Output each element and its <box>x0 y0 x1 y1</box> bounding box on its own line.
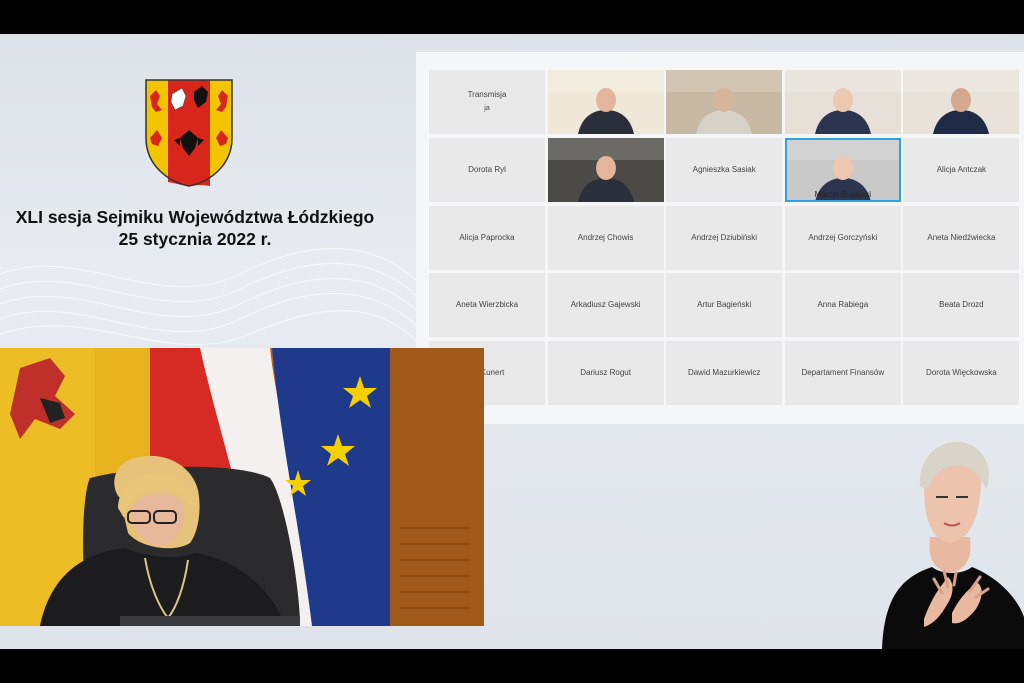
participant-name: Dariusz Rogut <box>548 341 664 405</box>
participant-name: Alicja Antczak <box>903 138 1019 202</box>
participant-name: Alicja Paprocka <box>429 206 545 270</box>
participant-tile[interactable] <box>547 137 664 202</box>
video-stage: XLI sesja Sejmiku Województwa Łódzkiego … <box>0 34 1024 649</box>
council-chair-video <box>0 348 484 626</box>
participant-name: Marcin Bugajski <box>785 190 901 200</box>
participant-name-label: Alicja Antczak <box>936 164 987 174</box>
participant-name-label: Dawid Mazurkiewicz <box>687 368 761 378</box>
participant-name: Dawid Mazurkiewicz <box>666 341 782 405</box>
participant-tile[interactable]: Agnieszka Sasiak <box>666 137 783 202</box>
participant-name: Aneta Wierzbicka <box>429 273 545 337</box>
participant-tile[interactable]: Artur Bagieński <box>666 273 783 338</box>
participant-name-label: Arkadiusz Gajewski <box>570 300 641 310</box>
participant-name-label: Anna Rabiega <box>817 300 869 310</box>
participant-tile[interactable]: Alicja Paprocka <box>429 205 545 270</box>
participant-tile[interactable]: Departament Finansów <box>784 341 901 406</box>
participant-name: Departament Finansów <box>785 341 901 405</box>
participant-name-label: Andrzej Chowis <box>577 232 634 242</box>
participant-name-label: Beata Drozd <box>939 300 984 310</box>
participant-tile[interactable]: Dorota Ryl <box>429 137 545 202</box>
participant-tile[interactable]: Aneta Niedźwiecka <box>903 205 1020 270</box>
participant-name: Artur Bagieński <box>666 273 782 337</box>
participant-name <box>548 122 664 132</box>
participant-name: Andrzej Dziubiński <box>666 206 782 270</box>
participant-tile[interactable]: Transmisja ja <box>429 70 545 134</box>
participant-name: Anna Rabiega <box>785 273 901 337</box>
participant-tile[interactable]: Dariusz Rogut <box>547 341 664 406</box>
participant-name-label: Agnieszka Sasiak <box>692 164 756 174</box>
participant-name-label: Andrzej Gorczyński <box>808 232 878 242</box>
participant-tile[interactable]: Alicja Antczak <box>903 137 1020 202</box>
participant-name <box>548 190 664 200</box>
participant-name: Arkadiusz Gajewski <box>548 273 664 337</box>
participant-name: Transmisja ja <box>429 70 545 134</box>
participant-name-label: Andrzej Dziubiński <box>691 232 758 242</box>
participant-name-label: Transmisja <box>467 90 507 99</box>
session-title: XLI sesja Sejmiku Województwa Łódzkiego … <box>0 206 390 250</box>
participant-name-label: Alicja Paprocka <box>459 232 515 242</box>
participant-tile[interactable]: Arkadiusz Gajewski <box>547 273 664 338</box>
participant-tile[interactable]: Beata Drozd <box>903 273 1020 338</box>
participant-name: Andrzej Gorczyński <box>785 206 901 270</box>
participant-name: Agnieszka Sasiak <box>666 138 782 202</box>
participant-name <box>903 122 1019 132</box>
participant-tile[interactable] <box>666 70 783 134</box>
participant-sub-label: ja <box>484 105 490 112</box>
session-date: 25 stycznia 2022 r. <box>118 229 272 249</box>
participant-name: Beata Drozd <box>903 273 1019 337</box>
participant-tile[interactable]: Anna Rabiega <box>784 273 901 338</box>
participant-tile[interactable]: Andrzej Dziubiński <box>666 205 783 270</box>
participant-tile[interactable]: Andrzej Chowis <box>547 205 664 270</box>
participant-tile[interactable]: Aneta Wierzbicka <box>429 273 545 338</box>
participant-tile[interactable] <box>784 70 901 134</box>
participant-name: Andrzej Chowis <box>548 206 664 270</box>
participant-name: Aneta Niedźwiecka <box>903 206 1019 270</box>
participant-name: Dorota Więckowska <box>903 341 1019 405</box>
participant-name-label: Departament Finansów <box>801 368 885 378</box>
participant-name-label: Dariusz Rogut <box>580 368 631 378</box>
participant-name-label: Artur Bagieński <box>697 300 752 310</box>
participant-tile[interactable]: Andrzej Gorczyński <box>784 205 901 270</box>
participant-name: Dorota Ryl <box>429 138 545 202</box>
voivodeship-coat-of-arms-icon <box>145 79 233 187</box>
participant-name-label: Dorota Ryl <box>468 164 506 174</box>
participant-gallery: Transmisja ja Dorota Ryl Agnieszka Sasiak Ma… <box>416 52 1024 424</box>
session-title-line1: XLI sesja Sejmiku Województwa Łódzkiego <box>15 207 375 227</box>
participant-name-label: Dorota Więckowska <box>926 368 997 378</box>
participant-tile[interactable]: Marcin Bugajski <box>784 137 901 202</box>
participant-tile[interactable] <box>547 70 664 134</box>
participant-name-label: Marcin Bugajski <box>814 189 872 199</box>
sign-language-interpreter-video <box>882 441 1024 649</box>
participant-tile[interactable]: Dorota Więckowska <box>903 341 1020 406</box>
participant-name <box>666 122 782 132</box>
participant-name-label: Aneta Niedźwiecka <box>927 232 996 242</box>
participant-name <box>785 122 901 132</box>
participant-name-label: Aneta Wierzbicka <box>455 300 519 310</box>
participant-tile[interactable] <box>903 70 1020 134</box>
participant-tile[interactable]: Dawid Mazurkiewicz <box>666 341 783 406</box>
